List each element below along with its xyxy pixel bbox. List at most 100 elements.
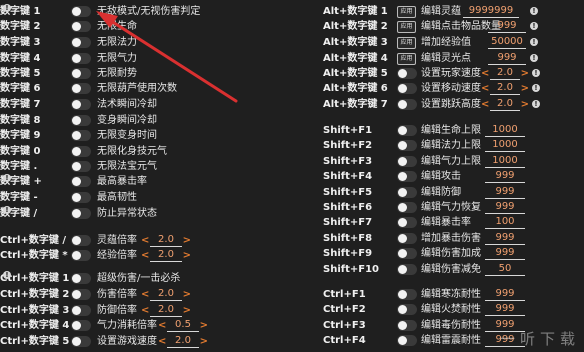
apply-button[interactable]: 应用 [397, 53, 416, 65]
apply-button[interactable]: 应用 [397, 6, 416, 18]
toggle-track[interactable] [397, 217, 417, 228]
toggle-track[interactable] [71, 250, 91, 261]
toggle-switch[interactable] [397, 99, 417, 115]
increase-arrow[interactable]: > [183, 248, 191, 263]
increase-arrow[interactable]: > [183, 233, 191, 248]
toggle-track[interactable] [397, 202, 417, 213]
increase-arrow[interactable]: > [521, 97, 529, 112]
decrease-arrow[interactable]: < [481, 97, 489, 112]
value-input[interactable]: 50 [485, 263, 525, 276]
value-input[interactable]: 999 [488, 52, 526, 65]
decrease-arrow[interactable]: < [141, 233, 149, 248]
apply-button[interactable]: 应用 [397, 21, 416, 33]
toggle-track[interactable] [397, 171, 417, 182]
value-input[interactable]: 9999999 [463, 5, 519, 18]
value-stepper[interactable]: <2.0 > [481, 97, 529, 112]
increase-arrow[interactable]: > [183, 287, 191, 302]
increase-arrow[interactable]: > [183, 303, 191, 318]
toggle-track[interactable] [397, 156, 417, 167]
value-stepper[interactable]: <2.0 > [158, 334, 208, 349]
toggle-track[interactable] [397, 289, 417, 300]
toggle-track[interactable] [71, 336, 91, 347]
toggle-track[interactable] [397, 335, 417, 346]
toggle-track[interactable] [397, 187, 417, 198]
value-stepper[interactable]: <2.0 > [141, 248, 191, 263]
toggle-switch[interactable] [71, 250, 91, 266]
toggle-switch[interactable] [397, 335, 417, 351]
stepper-value[interactable]: 2.0 [490, 98, 520, 111]
decrease-arrow[interactable]: < [481, 66, 489, 81]
toggle-switch[interactable] [71, 208, 91, 224]
value-stepper[interactable]: <2.0 > [141, 287, 191, 302]
toggle-track[interactable] [71, 176, 91, 187]
toggle-track[interactable] [397, 99, 417, 110]
toggle-track[interactable] [71, 161, 91, 172]
value-stepper[interactable]: <2.0 > [141, 303, 191, 318]
stepper-value[interactable]: 2.0 [167, 335, 199, 348]
stepper-value[interactable]: 2.0 [150, 234, 182, 247]
toggle-track[interactable] [71, 208, 91, 219]
value-stepper[interactable]: <2.0 > [481, 81, 529, 96]
stepper-value[interactable]: 2.0 [150, 288, 182, 301]
decrease-arrow[interactable]: < [158, 318, 166, 333]
decrease-arrow[interactable]: < [141, 248, 149, 263]
toggle-track[interactable] [397, 83, 417, 94]
toggle-track[interactable] [397, 304, 417, 315]
decrease-arrow[interactable]: < [141, 287, 149, 302]
value-input[interactable]: 999 [485, 170, 525, 183]
value-stepper[interactable]: <2.0 > [481, 66, 529, 81]
stepper-value[interactable]: 0.5 [167, 319, 199, 332]
toggle-track[interactable] [71, 320, 91, 331]
toggle-track[interactable] [71, 68, 91, 79]
toggle-track[interactable] [71, 289, 91, 300]
increase-arrow[interactable]: > [521, 81, 529, 96]
toggle-track[interactable] [71, 21, 91, 32]
increase-arrow[interactable]: > [200, 334, 208, 349]
toggle-track[interactable] [71, 115, 91, 126]
toggle-track[interactable] [397, 140, 417, 151]
decrease-arrow[interactable]: < [158, 334, 166, 349]
toggle-track[interactable] [397, 125, 417, 136]
value-input[interactable]: 999 [485, 303, 525, 316]
toggle-track[interactable] [397, 233, 417, 244]
toggle-track[interactable] [397, 320, 417, 331]
value-input[interactable]: 999 [485, 186, 525, 199]
value-input[interactable]: 999 [485, 232, 525, 245]
value-input[interactable]: 1000 [485, 155, 525, 168]
value-input[interactable]: 999 [488, 20, 526, 33]
value-input[interactable]: 50000 [488, 36, 526, 49]
increase-arrow[interactable]: > [521, 66, 529, 81]
value-input[interactable]: 999 [485, 288, 525, 301]
toggle-track[interactable] [71, 6, 91, 17]
stepper-value[interactable]: 2.0 [490, 82, 520, 95]
toggle-track[interactable] [71, 83, 91, 94]
toggle-switch[interactable] [71, 336, 91, 352]
value-input[interactable]: 1000 [485, 139, 525, 152]
stepper-value[interactable]: 2.0 [150, 249, 182, 262]
value-input[interactable]: 1000 [485, 124, 525, 137]
toggle-switch[interactable] [397, 264, 417, 280]
toggle-track[interactable] [71, 53, 91, 64]
toggle-track[interactable] [71, 235, 91, 246]
decrease-arrow[interactable]: < [481, 81, 489, 96]
toggle-track[interactable] [71, 305, 91, 316]
toggle-track[interactable] [71, 37, 91, 48]
apply-button[interactable]: 应用 [397, 37, 416, 49]
toggle-track[interactable] [71, 192, 91, 203]
toggle-track[interactable] [397, 264, 417, 275]
value-stepper[interactable]: <2.0 > [141, 233, 191, 248]
value-input[interactable]: 999 [485, 247, 525, 260]
toggle-track[interactable] [397, 248, 417, 259]
toggle-track[interactable] [397, 68, 417, 79]
toggle-track[interactable] [71, 99, 91, 110]
decrease-arrow[interactable]: < [141, 303, 149, 318]
value-input[interactable]: 999 [485, 201, 525, 214]
toggle-track[interactable] [71, 273, 91, 284]
stepper-value[interactable]: 2.0 [490, 67, 520, 80]
toggle-track[interactable] [71, 146, 91, 157]
value-stepper[interactable]: <0.5 > [158, 318, 208, 333]
toggle-track[interactable] [71, 130, 91, 141]
increase-arrow[interactable]: > [200, 318, 208, 333]
stepper-value[interactable]: 2.0 [150, 304, 182, 317]
value-input[interactable]: 100 [485, 216, 525, 229]
